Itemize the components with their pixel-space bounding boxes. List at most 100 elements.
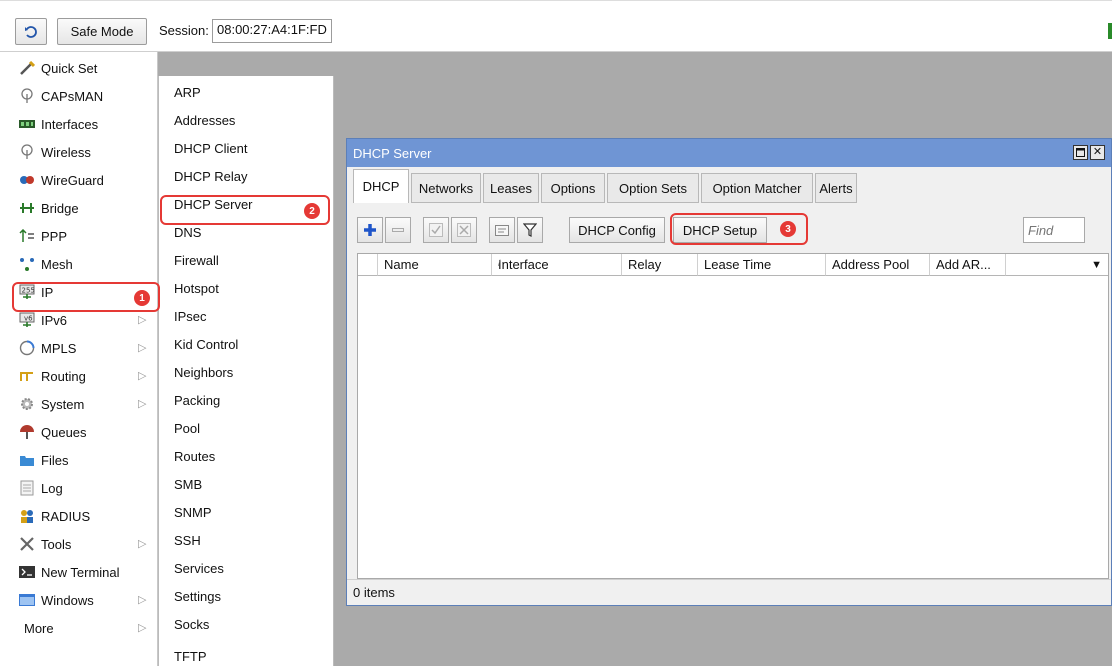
submenu-item-packing[interactable]: Packing <box>159 386 333 414</box>
chevron-right-icon: ▷ <box>138 370 147 382</box>
menu-item-system[interactable]: System ▷ <box>0 390 158 418</box>
menu-item-mpls[interactable]: MPLS ▷ <box>0 334 158 362</box>
close-button[interactable]: ✕ <box>1090 145 1105 160</box>
refresh-button[interactable] <box>15 18 47 45</box>
comment-button[interactable] <box>489 217 515 243</box>
submenu-item-neighbors[interactable]: Neighbors <box>159 358 333 386</box>
submenu-item-dhcp-relay[interactable]: DHCP Relay <box>159 162 333 190</box>
menu-item-mesh[interactable]: Mesh <box>0 250 158 278</box>
submenu-item-snmp[interactable]: SNMP <box>159 498 333 526</box>
column-header-spacer <box>358 254 378 276</box>
safe-mode-button[interactable]: Safe Mode <box>57 18 147 45</box>
tab-dhcp[interactable]: DHCP <box>353 169 409 203</box>
maximize-button[interactable] <box>1073 145 1088 160</box>
submenu-item-firewall[interactable]: Firewall <box>159 246 333 274</box>
dhcp-server-window: DHCP Server ✕ DHCP Networks Leases Optio… <box>346 138 1112 606</box>
bridge-icon <box>18 200 36 216</box>
ipv6-icon: v6 <box>18 312 36 328</box>
wireguard-icon <box>18 172 36 188</box>
ppp-icon <box>18 228 36 244</box>
find-input[interactable] <box>1023 217 1085 243</box>
tab-option-sets[interactable]: Option Sets <box>607 173 699 203</box>
session-label: Session: <box>159 23 209 38</box>
tab-alerts[interactable]: Alerts <box>815 173 857 203</box>
wand-icon <box>18 60 36 76</box>
column-header-lease-time[interactable]: Lease Time <box>698 254 826 276</box>
tab-networks[interactable]: Networks <box>411 173 481 203</box>
menu-item-capsman[interactable]: CAPsMAN <box>0 82 158 110</box>
tools-icon <box>18 536 36 552</box>
filter-button[interactable] <box>517 217 543 243</box>
session-value: 08:00:27:A4:1F:FD <box>212 19 332 43</box>
enable-button[interactable] <box>423 217 449 243</box>
log-icon <box>18 480 36 496</box>
window-title: DHCP Server <box>353 145 432 161</box>
radius-icon <box>18 508 36 524</box>
mesh-icon <box>18 256 36 272</box>
step-badge-1: 1 <box>134 290 150 306</box>
submenu-item-addresses[interactable]: Addresses <box>159 106 333 134</box>
interfaces-icon <box>18 116 36 132</box>
tab-leases[interactable]: Leases <box>483 173 539 203</box>
queues-icon <box>18 424 36 440</box>
submenu-item-hotspot[interactable]: Hotspot <box>159 274 333 302</box>
dhcp-config-button[interactable]: DHCP Config <box>569 217 665 243</box>
chevron-down-icon: ▼ <box>1091 258 1102 271</box>
tab-option-matcher[interactable]: Option Matcher <box>701 173 813 203</box>
items-count: 0 items <box>353 585 395 600</box>
disable-icon <box>457 223 471 237</box>
submenu-item-services[interactable]: Services <box>159 554 333 582</box>
submenu-item-ssh[interactable]: SSH <box>159 526 333 554</box>
chevron-right-icon: ▷ <box>138 398 147 410</box>
chevron-right-icon: ▷ <box>138 538 147 550</box>
chevron-right-icon: ▷ <box>138 314 147 326</box>
column-header-address-pool[interactable]: Address Pool <box>826 254 930 276</box>
submenu-item-settings[interactable]: Settings <box>159 582 333 610</box>
submenu-item-tftp[interactable]: TFTP <box>159 638 333 664</box>
tab-options[interactable]: Options <box>541 173 605 203</box>
submenu-item-smb[interactable]: SMB <box>159 470 333 498</box>
menu-item-radius[interactable]: RADIUS <box>0 502 158 530</box>
menu-item-routing[interactable]: Routing ▷ <box>0 362 158 390</box>
menu-item-interfaces[interactable]: Interfaces <box>0 110 158 138</box>
submenu-item-routes[interactable]: Routes <box>159 442 333 470</box>
submenu-item-arp[interactable]: ARP <box>159 78 333 106</box>
disable-button[interactable] <box>451 217 477 243</box>
column-selector[interactable]: ▼ <box>1006 254 1108 276</box>
chevron-right-icon: ▷ <box>138 594 147 606</box>
menu-item-wireless[interactable]: Wireless <box>0 138 158 166</box>
folder-icon <box>18 452 36 468</box>
mpls-icon <box>18 340 36 356</box>
submenu-item-pool[interactable]: Pool <box>159 414 333 442</box>
ip-submenu: ARP Addresses DHCP Client DHCP Relay DHC… <box>158 76 334 666</box>
step-badge-3: 3 <box>780 221 796 237</box>
column-header-relay[interactable]: Relay <box>622 254 698 276</box>
submenu-item-kid-control[interactable]: Kid Control <box>159 330 333 358</box>
gear-icon <box>18 396 36 412</box>
menu-item-ppp[interactable]: PPP <box>0 222 158 250</box>
menu-item-queues[interactable]: Queues <box>0 418 158 446</box>
submenu-item-socks[interactable]: Socks <box>159 610 333 638</box>
menu-item-log[interactable]: Log <box>0 474 158 502</box>
menu-item-windows[interactable]: Windows ▷ <box>0 586 158 614</box>
status-indicator <box>1108 23 1112 39</box>
close-icon: ✕ <box>1092 146 1103 158</box>
menu-item-wireguard[interactable]: WireGuard <box>0 166 158 194</box>
column-header-add-arp[interactable]: Add AR... <box>930 254 1006 276</box>
submenu-item-ipsec[interactable]: IPsec <box>159 302 333 330</box>
add-button[interactable] <box>357 217 383 243</box>
column-header-interface[interactable]: Interface <box>492 254 622 276</box>
menu-item-new-terminal[interactable]: New Terminal <box>0 558 158 586</box>
remove-button[interactable] <box>385 217 411 243</box>
windows-icon <box>18 592 36 608</box>
chevron-right-icon: ▷ <box>138 622 147 634</box>
menu-item-quick-set[interactable]: Quick Set <box>0 54 158 82</box>
menu-item-files[interactable]: Files <box>0 446 158 474</box>
column-header-name[interactable]: Name <box>378 254 492 276</box>
menu-item-tools[interactable]: Tools ▷ <box>0 530 158 558</box>
menu-item-bridge[interactable]: Bridge <box>0 194 158 222</box>
wireless-icon <box>18 144 36 160</box>
menu-item-more[interactable]: More ▷ <box>0 614 158 642</box>
submenu-item-dhcp-client[interactable]: DHCP Client <box>159 134 333 162</box>
window-titlebar[interactable]: DHCP Server <box>347 139 1111 167</box>
